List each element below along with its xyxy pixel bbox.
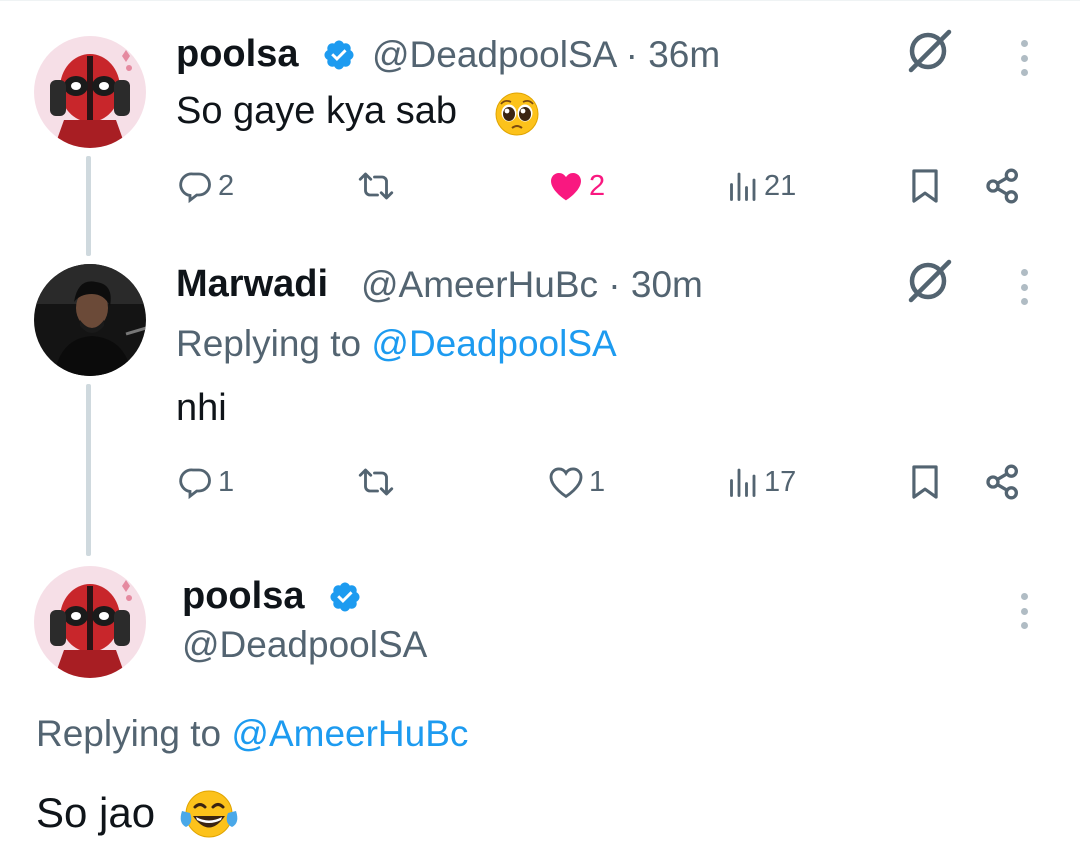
more-options-icon[interactable] [1019,593,1029,629]
avatar-deadpool-icon [34,566,146,678]
heart-icon [549,467,583,499]
handle-time: @DeadpoolSA · 36m [372,34,720,76]
verified-badge-icon [324,40,354,70]
handle-time: @AmeerHuBc · 30m [361,264,703,306]
bookmark-icon [912,465,938,499]
repost-icon [358,468,394,496]
like-button[interactable]: 1 [545,464,605,500]
like-count: 1 [589,465,606,498]
replying-to: Replying to @AmeerHuBc [36,713,468,755]
views-button[interactable]: 17 [722,464,796,500]
pleading-face-icon [495,92,539,136]
thread-connector [86,156,91,256]
avatar-deadpool-icon [34,36,146,148]
repost-button[interactable] [355,464,397,500]
time-separator: · [598,264,631,305]
replying-label: Replying to [36,713,222,754]
avatar-poolsa[interactable] [34,566,146,678]
repost-icon [358,172,394,200]
grok-icon[interactable] [903,26,953,76]
share-button[interactable] [983,462,1023,502]
handle[interactable]: @AmeerHuBc [361,264,598,305]
bookmark-button[interactable] [906,166,944,206]
timestamp[interactable]: 36m [648,34,720,75]
like-button[interactable]: 2 [545,168,605,204]
avatar-photo-icon [34,264,146,376]
avatar-marwadi[interactable] [34,264,146,376]
handle[interactable]: @DeadpoolSA [372,34,615,75]
thread-connector [86,384,91,556]
tweet-text: nhi [176,387,227,429]
share-button[interactable] [983,166,1023,206]
display-name[interactable]: poolsa [176,33,298,76]
like-count: 2 [589,169,606,202]
views-button[interactable]: 21 [722,168,796,204]
handle[interactable]: @DeadpoolSA [182,624,427,666]
replying-mention[interactable]: @DeadpoolSA [371,323,616,364]
display-name[interactable]: poolsa [182,575,304,618]
views-icon [730,468,756,497]
grok-icon[interactable] [903,256,953,306]
reply-icon [179,468,211,500]
more-options-icon[interactable] [1019,269,1029,305]
tears-of-joy-icon [180,790,238,838]
replying-mention[interactable]: @AmeerHuBc [231,713,468,754]
bookmark-icon [912,169,938,203]
reply-icon [179,172,211,204]
views-icon [730,172,756,201]
more-options-icon[interactable] [1019,40,1029,76]
tweet-text: So gaye kya sab [176,90,457,132]
reply-button[interactable]: 1 [176,464,234,500]
top-divider [0,0,1080,6]
timestamp[interactable]: 30m [631,264,703,305]
bookmark-button[interactable] [906,462,944,502]
views-count: 21 [764,169,797,202]
display-name[interactable]: Marwadi [176,263,328,306]
repost-button[interactable] [355,168,397,204]
tweet-text: So jao [36,789,156,836]
replying-to: Replying to @DeadpoolSA [176,323,617,365]
avatar-poolsa[interactable] [34,36,146,148]
reply-count: 1 [218,465,235,498]
replying-label: Replying to [176,323,362,364]
heart-filled-icon [551,172,581,201]
share-icon [986,464,1018,500]
verified-badge-icon [330,582,360,612]
reply-button[interactable]: 2 [176,168,234,204]
share-icon [986,168,1018,204]
reply-count: 2 [218,169,235,202]
views-count: 17 [764,465,797,498]
time-separator: · [615,34,649,75]
